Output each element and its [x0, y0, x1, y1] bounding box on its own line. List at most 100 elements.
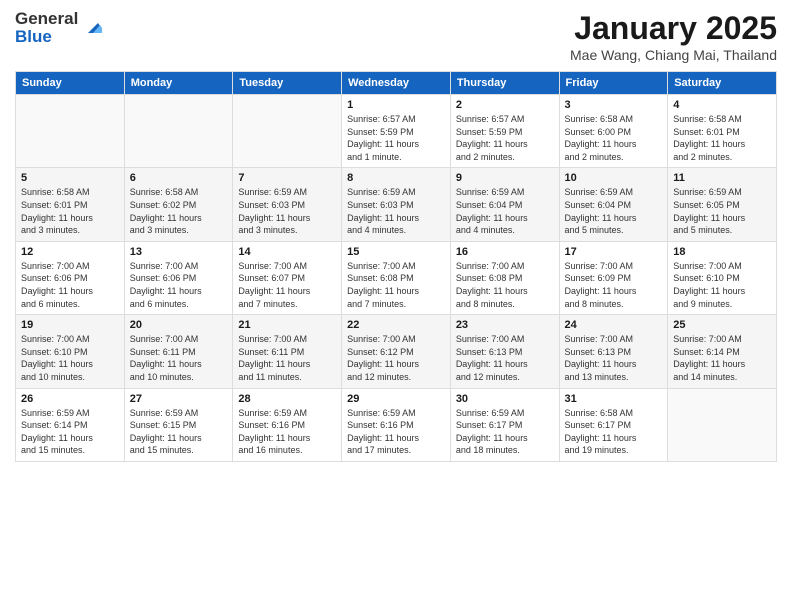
logo-general-text: General: [15, 10, 78, 28]
day-number: 4: [673, 99, 771, 111]
day-info: Sunrise: 6:57 AMSunset: 5:59 PMDaylight:…: [456, 113, 554, 163]
calendar-cell: [16, 95, 125, 168]
calendar-cell: 5Sunrise: 6:58 AMSunset: 6:01 PMDaylight…: [16, 168, 125, 241]
day-number: 15: [347, 246, 445, 258]
title-block: January 2025 Mae Wang, Chiang Mai, Thail…: [570, 10, 777, 63]
calendar-table: SundayMondayTuesdayWednesdayThursdayFrid…: [15, 71, 777, 462]
day-number: 24: [565, 319, 663, 331]
day-number: 2: [456, 99, 554, 111]
day-number: 1: [347, 99, 445, 111]
logo-blue-text: Blue: [15, 28, 78, 46]
calendar-cell: 2 Sunrise: 6:57 AMSunset: 5:59 PMDaylight…: [450, 95, 559, 168]
calendar-cell: 13 Sunrise: 7:00 AMSunset: 6:06 PMDayligh…: [124, 241, 233, 314]
calendar-cell: 15Sunrise: 7:00 AMSunset: 6:08 PMDayligh…: [342, 241, 451, 314]
weekday-header-tuesday: Tuesday: [233, 72, 342, 95]
calendar-cell: 19 Sunrise: 7:00 AMSunset: 6:10 PMDayligh…: [16, 315, 125, 388]
day-info: Sunrise: 6:59 AMSunset: 6:04 PMDaylight:…: [456, 186, 554, 236]
day-info: Sunrise: 6:58 AMSunset: 6:17 PMDaylight:…: [565, 407, 663, 457]
calendar-week-row-1: 1 Sunrise: 6:57 AMSunset: 5:59 PMDaylight…: [16, 95, 777, 168]
calendar-cell: 3 Sunrise: 6:58 AMSunset: 6:00 PMDaylight…: [559, 95, 668, 168]
day-info: Sunrise: 7:00 AMSunset: 6:09 PMDaylight:…: [565, 260, 663, 310]
calendar-cell: 1 Sunrise: 6:57 AMSunset: 5:59 PMDaylight…: [342, 95, 451, 168]
day-info: Sunrise: 7:00 AMSunset: 6:10 PMDaylight:…: [21, 333, 119, 383]
calendar-cell: [668, 388, 777, 461]
day-info: Sunrise: 7:00 AMSunset: 6:13 PMDaylight:…: [565, 333, 663, 383]
day-number: 13: [130, 246, 228, 258]
calendar-cell: [124, 95, 233, 168]
calendar-cell: 29 Sunrise: 6:59 AMSunset: 6:16 PMDayligh…: [342, 388, 451, 461]
day-info: Sunrise: 6:59 AMSunset: 6:16 PMDaylight:…: [347, 407, 445, 457]
day-info: Sunrise: 7:00 AMSunset: 6:14 PMDaylight:…: [673, 333, 771, 383]
day-info: Sunrise: 6:58 AMSunset: 6:01 PMDaylight:…: [673, 113, 771, 163]
day-info: Sunrise: 7:00 AMSunset: 6:07 PMDaylight:…: [238, 260, 336, 310]
day-number: 12: [21, 246, 119, 258]
day-number: 16: [456, 246, 554, 258]
day-info: Sunrise: 6:59 AMSunset: 6:05 PMDaylight:…: [673, 186, 771, 236]
weekday-header-wednesday: Wednesday: [342, 72, 451, 95]
day-info: Sunrise: 7:00 AMSunset: 6:11 PMDaylight:…: [238, 333, 336, 383]
calendar-cell: 24 Sunrise: 7:00 AMSunset: 6:13 PMDayligh…: [559, 315, 668, 388]
calendar-cell: 6Sunrise: 6:58 AMSunset: 6:02 PMDaylight…: [124, 168, 233, 241]
day-info: Sunrise: 6:58 AMSunset: 6:02 PMDaylight:…: [130, 186, 228, 236]
day-number: 25: [673, 319, 771, 331]
weekday-header-sunday: Sunday: [16, 72, 125, 95]
calendar-cell: 21Sunrise: 7:00 AMSunset: 6:11 PMDayligh…: [233, 315, 342, 388]
calendar-cell: 4 Sunrise: 6:58 AMSunset: 6:01 PMDaylight…: [668, 95, 777, 168]
day-number: 23: [456, 319, 554, 331]
day-info: Sunrise: 7:00 AMSunset: 6:08 PMDaylight:…: [456, 260, 554, 310]
calendar-cell: 22Sunrise: 7:00 AMSunset: 6:12 PMDayligh…: [342, 315, 451, 388]
logo: General Blue: [15, 10, 104, 46]
calendar-cell: 31Sunrise: 6:58 AMSunset: 6:17 PMDayligh…: [559, 388, 668, 461]
day-number: 26: [21, 393, 119, 405]
calendar-cell: 9 Sunrise: 6:59 AMSunset: 6:04 PMDaylight…: [450, 168, 559, 241]
calendar-cell: 18 Sunrise: 7:00 AMSunset: 6:10 PMDayligh…: [668, 241, 777, 314]
calendar-cell: 23 Sunrise: 7:00 AMSunset: 6:13 PMDayligh…: [450, 315, 559, 388]
calendar-cell: 20 Sunrise: 7:00 AMSunset: 6:11 PMDayligh…: [124, 315, 233, 388]
day-info: Sunrise: 6:59 AMSunset: 6:04 PMDaylight:…: [565, 186, 663, 236]
day-info: Sunrise: 6:58 AMSunset: 6:00 PMDaylight:…: [565, 113, 663, 163]
day-number: 18: [673, 246, 771, 258]
day-info: Sunrise: 7:00 AMSunset: 6:11 PMDaylight:…: [130, 333, 228, 383]
day-info: Sunrise: 6:59 AMSunset: 6:14 PMDaylight:…: [21, 407, 119, 457]
calendar-cell: 27 Sunrise: 6:59 AMSunset: 6:15 PMDayligh…: [124, 388, 233, 461]
weekday-header-monday: Monday: [124, 72, 233, 95]
calendar-cell: 30Sunrise: 6:59 AMSunset: 6:17 PMDayligh…: [450, 388, 559, 461]
page-header: General Blue January 2025 Mae Wang, Chia…: [15, 10, 777, 63]
calendar-week-row-3: 12 Sunrise: 7:00 AMSunset: 6:06 PMDayligh…: [16, 241, 777, 314]
day-number: 3: [565, 99, 663, 111]
day-info: Sunrise: 7:00 AMSunset: 6:06 PMDaylight:…: [130, 260, 228, 310]
calendar-cell: 28 Sunrise: 6:59 AMSunset: 6:16 PMDayligh…: [233, 388, 342, 461]
day-number: 7: [238, 172, 336, 184]
day-number: 27: [130, 393, 228, 405]
day-number: 20: [130, 319, 228, 331]
logo-icon: [82, 15, 104, 37]
day-info: Sunrise: 6:57 AMSunset: 5:59 PMDaylight:…: [347, 113, 445, 163]
day-info: Sunrise: 7:00 AMSunset: 6:10 PMDaylight:…: [673, 260, 771, 310]
day-number: 9: [456, 172, 554, 184]
calendar-cell: 12 Sunrise: 7:00 AMSunset: 6:06 PMDayligh…: [16, 241, 125, 314]
day-number: 29: [347, 393, 445, 405]
day-number: 10: [565, 172, 663, 184]
calendar-cell: 25 Sunrise: 7:00 AMSunset: 6:14 PMDayligh…: [668, 315, 777, 388]
day-info: Sunrise: 6:59 AMSunset: 6:15 PMDaylight:…: [130, 407, 228, 457]
day-info: Sunrise: 7:00 AMSunset: 6:13 PMDaylight:…: [456, 333, 554, 383]
day-info: Sunrise: 7:00 AMSunset: 6:06 PMDaylight:…: [21, 260, 119, 310]
calendar-cell: 14 Sunrise: 7:00 AMSunset: 6:07 PMDayligh…: [233, 241, 342, 314]
month-title: January 2025: [570, 10, 777, 47]
day-number: 5: [21, 172, 119, 184]
day-info: Sunrise: 6:59 AMSunset: 6:16 PMDaylight:…: [238, 407, 336, 457]
calendar-cell: [233, 95, 342, 168]
day-number: 30: [456, 393, 554, 405]
day-number: 28: [238, 393, 336, 405]
day-info: Sunrise: 6:59 AMSunset: 6:03 PMDaylight:…: [238, 186, 336, 236]
weekday-header-row: SundayMondayTuesdayWednesdayThursdayFrid…: [16, 72, 777, 95]
day-number: 14: [238, 246, 336, 258]
calendar-cell: 16 Sunrise: 7:00 AMSunset: 6:08 PMDayligh…: [450, 241, 559, 314]
calendar-week-row-4: 19 Sunrise: 7:00 AMSunset: 6:10 PMDayligh…: [16, 315, 777, 388]
day-number: 22: [347, 319, 445, 331]
weekday-header-saturday: Saturday: [668, 72, 777, 95]
calendar-cell: 26 Sunrise: 6:59 AMSunset: 6:14 PMDayligh…: [16, 388, 125, 461]
day-number: 19: [21, 319, 119, 331]
day-number: 8: [347, 172, 445, 184]
calendar-cell: 10 Sunrise: 6:59 AMSunset: 6:04 PMDayligh…: [559, 168, 668, 241]
